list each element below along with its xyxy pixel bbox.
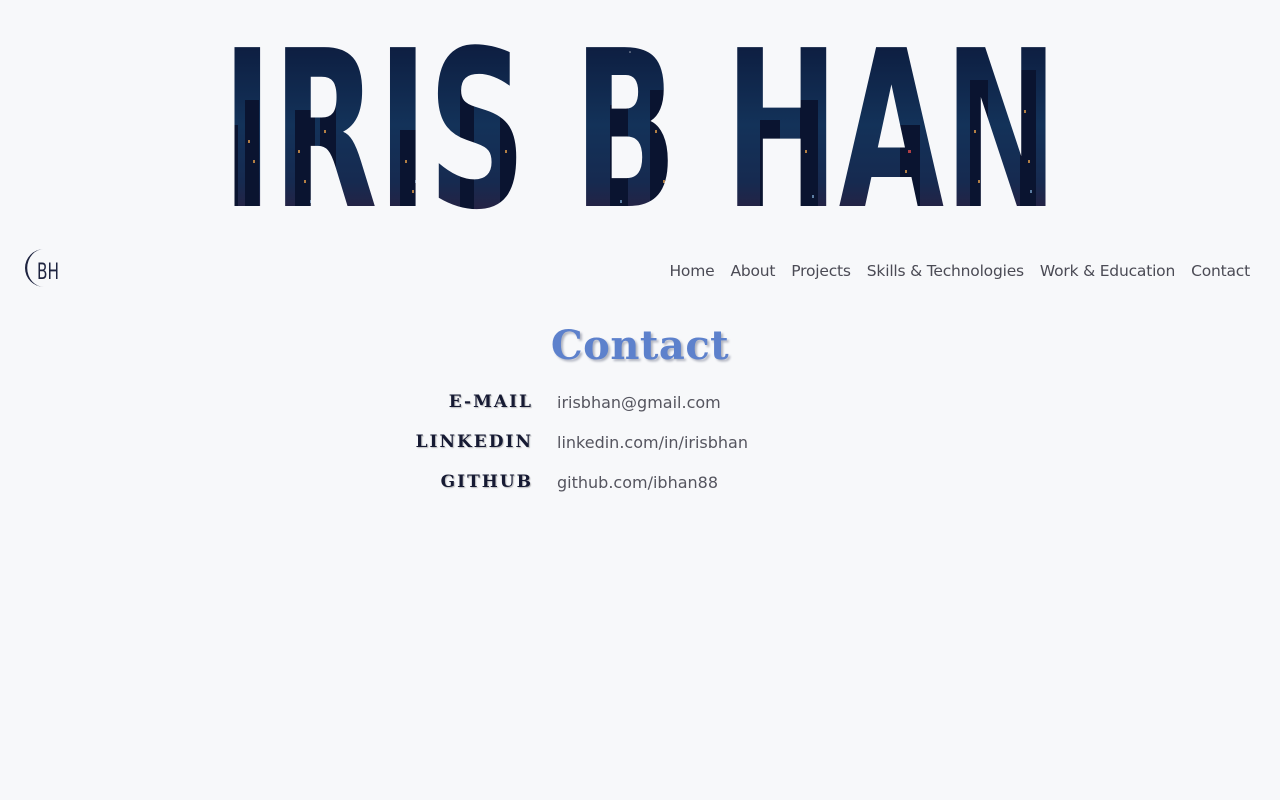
contact-list: E-MAIL irisbhan@gmail.com LINKEDIN linke… xyxy=(0,382,1280,502)
contact-row-github: GITHUB github.com/ibhan88 xyxy=(0,462,1280,502)
hero-title: IRIS B HAN xyxy=(200,30,1080,220)
contact-row-email: E-MAIL irisbhan@gmail.com xyxy=(0,382,1280,422)
nav-item-about: About xyxy=(730,262,775,281)
section-title: Contact xyxy=(550,322,730,369)
nav-item-projects: Projects xyxy=(791,262,851,281)
nav-link-projects[interactable]: Projects xyxy=(791,262,851,280)
main-nav: Home About Projects Skills & Technologie… xyxy=(669,262,1250,281)
email-link[interactable]: irisbhan@gmail.com xyxy=(557,393,721,412)
nav-item-work-education: Work & Education xyxy=(1040,262,1175,281)
nav-item-home: Home xyxy=(669,262,714,281)
nav-link-contact[interactable]: Contact xyxy=(1191,262,1250,280)
github-label: GITHUB xyxy=(440,472,533,492)
hero-title-text: IRIS B HAN xyxy=(222,30,1058,220)
nav-link-about[interactable]: About xyxy=(730,262,775,280)
contact-row-linkedin: LINKEDIN linkedin.com/in/irisbhan xyxy=(0,422,1280,462)
hero-title-graphic: IRIS B HAN xyxy=(222,30,1058,220)
site-logo[interactable]: BH xyxy=(22,246,62,290)
nav-link-home[interactable]: Home xyxy=(669,262,714,280)
linkedin-label: LINKEDIN xyxy=(415,432,533,452)
github-link[interactable]: github.com/ibhan88 xyxy=(557,473,718,492)
nav-link-skills[interactable]: Skills & Technologies xyxy=(867,262,1024,280)
email-label: E-MAIL xyxy=(448,392,533,412)
linkedin-link[interactable]: linkedin.com/in/irisbhan xyxy=(557,433,748,452)
nav-link-work-education[interactable]: Work & Education xyxy=(1040,262,1175,280)
nav-item-skills: Skills & Technologies xyxy=(867,262,1024,281)
crescent-monogram-icon: BH xyxy=(25,249,59,287)
nav-item-contact: Contact xyxy=(1191,262,1250,281)
logo-letters: BH xyxy=(37,260,59,285)
